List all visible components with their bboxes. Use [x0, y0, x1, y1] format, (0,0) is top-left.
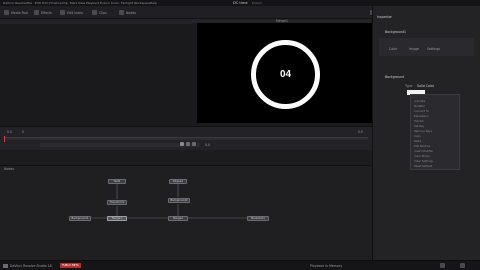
toolbar-media-pool[interactable]: Media Pool [11, 11, 28, 15]
left-viewer-header [0, 19, 192, 24]
toolbar-clips[interactable]: Clips [99, 11, 107, 15]
node-ellipse1[interactable]: Ellipse1 [169, 179, 187, 184]
menu-item[interactable]: Edit [35, 1, 41, 5]
clips-icon[interactable] [92, 10, 97, 15]
menu-copy[interactable]: Copy [414, 134, 421, 138]
node-mediaout1[interactable]: MediaOut1 [247, 216, 269, 221]
menu-item[interactable]: File [27, 1, 32, 5]
node-text1[interactable]: Text1 [108, 179, 126, 184]
timeline-area: 0.0 0 0.0 0.0 [0, 126, 372, 150]
menu-item[interactable]: Fusion [100, 1, 110, 5]
settings-icon[interactable] [460, 263, 465, 268]
toolbar-edit-index[interactable]: Edit Index [67, 11, 83, 15]
left-viewer[interactable] [0, 19, 192, 126]
toolbar-effects[interactable]: Effects [41, 11, 52, 15]
status-playback: Playback in Memory [310, 264, 343, 268]
menu-publish[interactable]: Publish [414, 119, 424, 123]
transport-controls [40, 143, 200, 147]
type-value[interactable]: Solid Color [417, 84, 434, 88]
inspector-node-name: Background1 [385, 30, 407, 34]
menu-color-picker[interactable]: Color Picker [414, 154, 430, 158]
menu-insert-modifier[interactable]: Insert Modifier [414, 149, 433, 153]
left-timecode: 0.0 [7, 130, 13, 134]
menu-item[interactable]: Help [150, 1, 157, 5]
menu-paste[interactable]: Paste [414, 139, 421, 143]
stop-icon[interactable] [186, 142, 190, 146]
range-start: 0 [22, 130, 25, 134]
node-merge2[interactable]: Merge2 [168, 216, 188, 221]
project-title: DC time [233, 1, 248, 5]
menu-item[interactable]: Color [111, 1, 119, 5]
menu-clear-settings[interactable]: Clear Settings [414, 159, 433, 163]
menu-item[interactable]: Workspace [134, 1, 150, 5]
effects-icon[interactable] [34, 10, 39, 15]
tab-settings[interactable]: Settings [427, 47, 440, 51]
menu-set-key[interactable]: Set Key [414, 124, 424, 128]
node-transform1[interactable]: Transform1 [107, 200, 127, 205]
media-pool-icon[interactable] [4, 10, 9, 15]
node-merge1[interactable]: Merge1 [107, 216, 127, 221]
countdown-number: 04 [279, 69, 292, 80]
status-app-name: DaVinci Resolve Studio 18 [10, 264, 52, 268]
node-editor[interactable]: Nodes Text1 Ellipse1 Transform1 Backgrou… [0, 165, 372, 260]
play-icon[interactable] [180, 142, 184, 146]
menu-item[interactable]: Fairlight [121, 1, 133, 5]
menu-item[interactable]: DaVinci Resolve [3, 1, 27, 5]
menu-item[interactable]: Trim [42, 1, 48, 5]
context-menu: Animate Modifier Connect To Expression P… [410, 94, 460, 170]
time-ruler[interactable] [4, 137, 368, 140]
menu-item[interactable]: Clip [62, 1, 68, 5]
toolbar-nodes[interactable]: Nodes [126, 11, 136, 15]
right-timecode: 0.0 [358, 130, 364, 134]
menu-connect-to[interactable]: Connect To [414, 109, 429, 113]
menu-reset-default[interactable]: Reset Default [414, 164, 432, 168]
node-background2[interactable]: Background2 [168, 198, 190, 203]
menu-expression[interactable]: Expression [414, 114, 429, 118]
menu-item[interactable]: Mark [70, 1, 77, 5]
resolve-logo-icon [3, 264, 8, 268]
menu-animate[interactable]: Animate [414, 99, 425, 103]
menu-item[interactable]: View [78, 1, 85, 5]
status-bar: DaVinci Resolve Studio 18 PUBLIC BETA Pl… [0, 260, 480, 270]
menu-item[interactable]: Playback [86, 1, 99, 5]
loop-icon[interactable] [192, 142, 196, 146]
edit-index-icon[interactable] [60, 10, 65, 15]
tab-color[interactable]: Color [389, 47, 397, 51]
menu-item[interactable]: Timeline [49, 1, 62, 5]
node-background1[interactable]: Background1 [69, 216, 91, 221]
tab-image[interactable]: Image [409, 47, 419, 51]
type-label: Type [405, 84, 413, 88]
playhead[interactable] [4, 136, 5, 142]
menu-remove-keys[interactable]: Remove Keys [414, 129, 432, 133]
menu-edit-params[interactable]: Edit Params [414, 144, 430, 148]
menu-modifier[interactable]: Modifier [414, 104, 425, 108]
current-time: 0.0 [205, 143, 211, 147]
edited-label: Edited [252, 1, 262, 5]
section-title: Background [385, 75, 405, 79]
nodes-icon[interactable] [119, 10, 124, 15]
inspector-title: Inspector [377, 15, 392, 19]
beta-badge: PUBLIC BETA [60, 263, 81, 268]
home-icon[interactable] [440, 263, 445, 268]
